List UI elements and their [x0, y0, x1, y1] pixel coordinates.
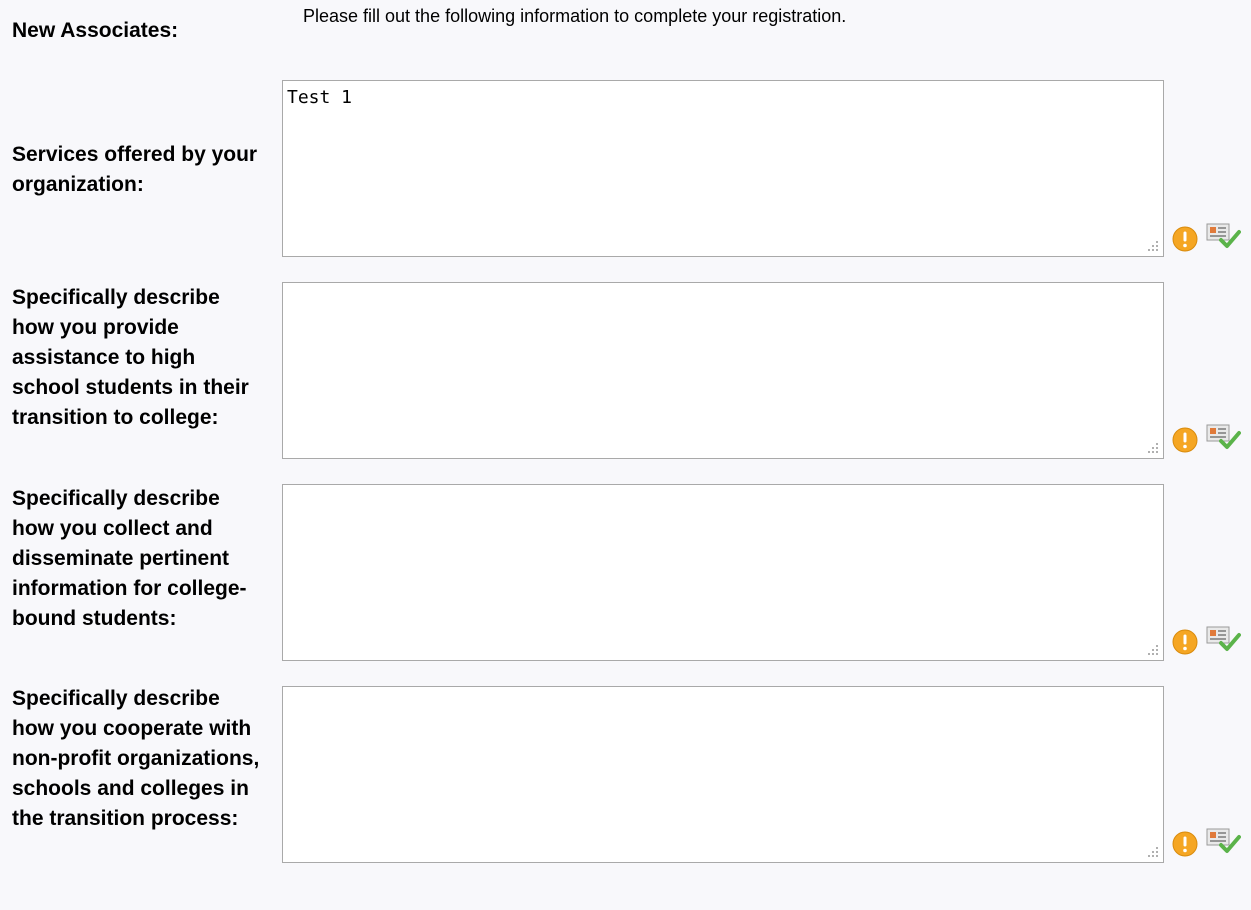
warning-icon: [1172, 629, 1198, 655]
assistance-textarea[interactable]: [283, 283, 1163, 458]
cooperation-textarea[interactable]: [283, 687, 1163, 862]
resize-grip-icon[interactable]: [1144, 843, 1160, 859]
spellcheck-icon[interactable]: [1205, 423, 1241, 451]
spellcheck-icon[interactable]: [1205, 827, 1241, 855]
warning-icon: [1172, 427, 1198, 453]
resize-grip-icon[interactable]: [1144, 237, 1160, 253]
spellcheck-icon[interactable]: [1205, 222, 1241, 250]
warning-icon: [1172, 831, 1198, 857]
warning-icon: [1172, 226, 1198, 252]
information-textarea[interactable]: [283, 485, 1163, 660]
section-title: New Associates:: [12, 19, 179, 42]
textarea-wrapper-assistance: [282, 282, 1164, 459]
registration-form: New Associates: Please fill out the foll…: [0, 0, 1251, 910]
resize-grip-icon[interactable]: [1144, 439, 1160, 455]
textarea-wrapper-cooperation: [282, 686, 1164, 863]
field-label-information: Specifically describe how you collect an…: [12, 487, 247, 630]
field-label-assistance: Specifically describe how you provide as…: [12, 286, 249, 429]
instructions-text: Please fill out the following informatio…: [303, 6, 847, 26]
resize-grip-icon[interactable]: [1144, 641, 1160, 657]
textarea-wrapper-services: [282, 80, 1164, 257]
field-label-cooperation: Specifically describe how you cooperate …: [12, 687, 260, 830]
spellcheck-icon[interactable]: [1205, 625, 1241, 653]
field-label-services: Services offered by your organization:: [12, 143, 258, 196]
textarea-wrapper-information: [282, 484, 1164, 661]
services-textarea[interactable]: [283, 81, 1163, 256]
